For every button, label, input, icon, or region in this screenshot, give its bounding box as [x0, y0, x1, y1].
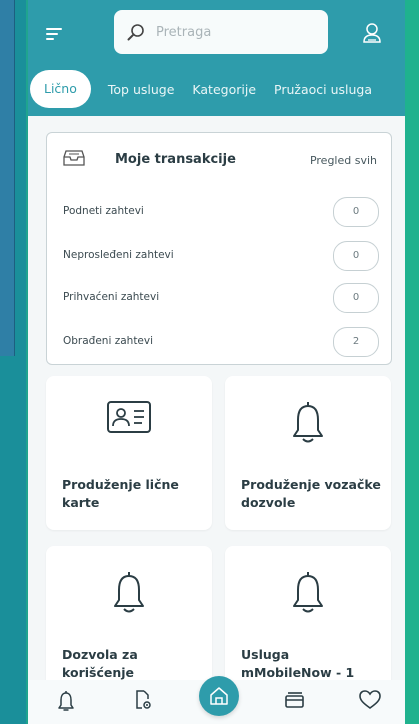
menu-icon[interactable] — [46, 26, 64, 42]
category-tabs: Lično Top usluge Kategorije Pružaoci usl… — [28, 70, 405, 108]
document-settings-icon[interactable] — [134, 690, 152, 710]
service-card-vozacka-dozvola[interactable]: Produženje vozačke dozvole — [225, 376, 391, 530]
inbox-tray-icon — [63, 150, 85, 166]
home-button[interactable] — [199, 676, 239, 716]
tab-top-usluge[interactable]: Top usluge — [99, 82, 184, 97]
background-right-strip — [405, 0, 419, 724]
service-card-title: Produženje lične karte — [62, 477, 179, 510]
search-icon — [127, 24, 144, 41]
tab-kategorije[interactable]: Kategorije — [183, 82, 265, 97]
transaction-count-badge: 0 — [333, 283, 379, 313]
transactions-title: Moje transakcije — [115, 152, 236, 167]
service-card-title: Produženje vozačke dozvole — [241, 477, 381, 510]
cards-icon[interactable] — [285, 690, 305, 708]
service-card-title: Dozvola za korišćenje — [62, 647, 138, 680]
user-profile-icon[interactable] — [362, 22, 382, 44]
search-placeholder: Pretraga — [156, 24, 212, 40]
phone-screen: Pretraga Lično Top usluge Kategorije Pru… — [28, 0, 405, 724]
id-card-icon — [107, 401, 151, 433]
transaction-row-podneti[interactable]: Podneti zahtevi 0 — [63, 197, 379, 227]
transaction-row-prihvaceni[interactable]: Prihvaćeni zahtevi 0 — [63, 283, 379, 313]
transactions-card: Moje transakcije Pregled svih Podneti za… — [46, 132, 392, 365]
service-card-mmobilenow[interactable]: Usluga mMobileNow - 1 — [225, 546, 391, 700]
service-card-dozvola-za-koriscenje[interactable]: Dozvola za korišćenje — [46, 546, 212, 700]
transaction-count-badge: 0 — [333, 197, 379, 227]
background-window-edge — [0, 0, 15, 356]
bell-icon — [293, 572, 323, 613]
transaction-row-label: Prihvaćeni zahtevi — [63, 291, 160, 303]
transaction-count-badge: 2 — [333, 327, 379, 357]
transaction-row-label: Neprosleđeni zahtevi — [63, 249, 174, 261]
bell-icon — [114, 572, 144, 613]
service-card-licna-karta[interactable]: Produženje lične karte — [46, 376, 212, 530]
transactions-header: Moje transakcije Pregled svih — [47, 133, 391, 183]
search-input[interactable]: Pretraga — [114, 10, 328, 54]
home-icon — [210, 687, 228, 705]
bell-icon — [293, 402, 323, 443]
transaction-row-label: Obrađeni zahtevi — [63, 335, 154, 347]
view-all-link[interactable]: Pregled svih — [310, 154, 377, 167]
bell-icon[interactable] — [58, 690, 74, 712]
transaction-row-label: Podneti zahtevi — [63, 205, 144, 217]
heart-icon[interactable] — [359, 690, 381, 710]
service-card-title: Usluga mMobileNow - 1 — [241, 647, 355, 680]
tab-licno[interactable]: Lično — [30, 70, 91, 108]
tab-pruzaoci-usluga[interactable]: Pružaoci usluga — [265, 82, 381, 97]
top-bar: Pretraga Lično Top usluge Kategorije Pru… — [28, 0, 405, 116]
transaction-row-obradjeni[interactable]: Obrađeni zahtevi 2 — [63, 327, 379, 357]
transaction-row-neprosledjeni[interactable]: Neprosleđeni zahtevi 0 — [63, 241, 379, 271]
transaction-count-badge: 0 — [333, 241, 379, 271]
